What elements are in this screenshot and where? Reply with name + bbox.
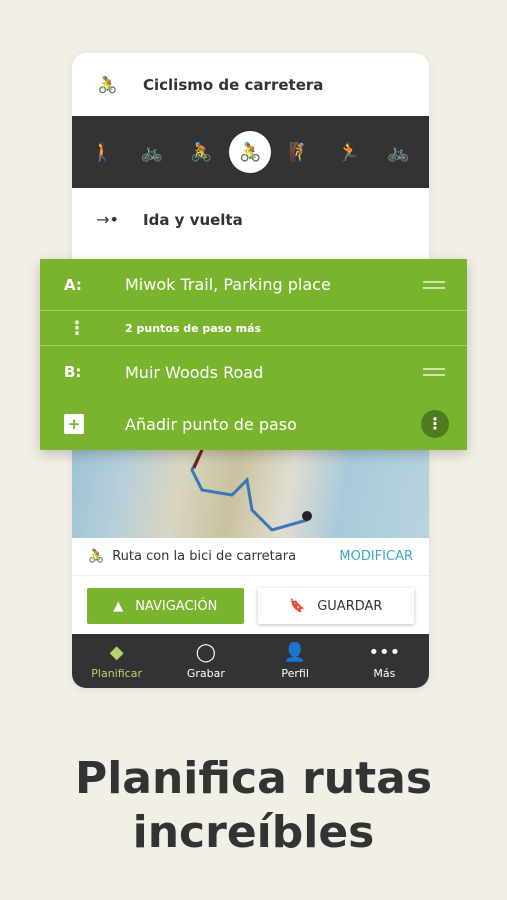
headline-line2: increíbles <box>132 807 375 858</box>
plus-icon: + <box>40 414 125 434</box>
record-icon: ◯ <box>195 642 216 663</box>
hiking-icon[interactable]: 🚶 <box>82 131 124 173</box>
waypoints-panel: A: Miwok Trail, Parking place ⋮ 2 puntos… <box>40 259 467 450</box>
waypoint-a[interactable]: A: Miwok Trail, Parking place <box>40 259 467 311</box>
waypoint-b[interactable]: B: Muir Woods Road <box>40 346 467 398</box>
profile-text: Ruta con la bici de carretara <box>112 549 297 564</box>
tab-planificar[interactable]: ◆ Planificar <box>77 642 157 680</box>
tab-label: Más <box>373 667 396 680</box>
save-label: GUARDAR <box>317 598 383 614</box>
waypoint-b-label: B: <box>64 363 82 381</box>
sport-selector[interactable]: 🚴 Ciclismo de carretera <box>72 53 429 116</box>
tab-mas[interactable]: ••• Más <box>344 642 424 680</box>
more-icon: ••• <box>368 642 401 663</box>
headline-line1: Planifica rutas <box>74 753 433 804</box>
triathlon-icon[interactable]: 🚴 <box>180 131 222 173</box>
map[interactable] <box>72 450 429 538</box>
add-waypoint-label: Añadir punto de paso <box>125 414 297 434</box>
road-bike-icon: 🚴 <box>97 75 118 94</box>
sport-label: Ciclismo de carretera <box>143 75 324 94</box>
start-marker <box>302 511 312 521</box>
drag-handle-icon[interactable] <box>423 368 445 376</box>
tab-grabar[interactable]: ◯ Grabar <box>166 642 246 680</box>
route-line <box>190 450 312 532</box>
tab-perfil[interactable]: 👤 Perfil <box>255 642 335 680</box>
more-waypoints[interactable]: ⋮ 2 puntos de paso más <box>40 311 467 346</box>
headline: Planifica rutas increíbles <box>0 752 507 860</box>
modify-link[interactable]: MODIFICAR <box>339 549 413 564</box>
route-type-selector[interactable]: →• Ida y vuelta <box>72 188 429 251</box>
drag-handle-icon[interactable] <box>423 280 445 289</box>
save-button[interactable]: 🔖 GUARDAR <box>257 588 414 624</box>
routing-profile: 🚴 Ruta con la bici de carretara MODIFICA… <box>72 538 429 576</box>
arrow-dot-icon: →• <box>96 210 119 229</box>
activity-bar: 🚶 🚲 🚴 🚴 🧗 🏃 🚲 <box>72 116 429 188</box>
profile-icon: 👤 <box>283 642 307 663</box>
tab-label: Grabar <box>186 667 225 680</box>
road-bike-icon[interactable]: 🚴 <box>229 131 272 173</box>
climbing-icon[interactable]: 🧗 <box>279 131 321 173</box>
more-waypoints-label: 2 puntos de paso más <box>125 321 262 335</box>
running-icon[interactable]: 🏃 <box>328 131 370 173</box>
waypoint-b-value: Muir Woods Road <box>125 362 264 382</box>
bookmark-icon: 🔖 <box>289 598 306 614</box>
tab-label: Perfil <box>281 667 309 680</box>
waypoint-a-value: Miwok Trail, Parking place <box>125 275 331 294</box>
tab-label: Planificar <box>91 667 142 680</box>
gravel-bike-icon[interactable]: 🚲 <box>377 131 419 173</box>
waypoint-a-label: A: <box>64 275 82 294</box>
add-waypoint[interactable]: + Añadir punto de paso ⋮ <box>40 398 467 450</box>
road-bike-icon: 🚴 <box>88 549 105 564</box>
bike-icon[interactable]: 🚲 <box>131 131 173 173</box>
vertical-dots-icon: ⋮ <box>68 317 86 339</box>
action-buttons: ▲ NAVIGACIÓN 🔖 GUARDAR <box>72 578 429 634</box>
options-icon[interactable]: ⋮ <box>421 410 449 438</box>
route-sign-icon: ◆ <box>109 642 124 663</box>
route-type-label: Ida y vuelta <box>143 210 243 229</box>
navigation-button[interactable]: ▲ NAVIGACIÓN <box>87 588 244 624</box>
bottom-nav: ◆ Planificar ◯ Grabar 👤 Perfil ••• Más <box>72 634 429 688</box>
navigation-label: NAVIGACIÓN <box>135 598 218 614</box>
navigation-arrow-icon: ▲ <box>113 598 124 614</box>
